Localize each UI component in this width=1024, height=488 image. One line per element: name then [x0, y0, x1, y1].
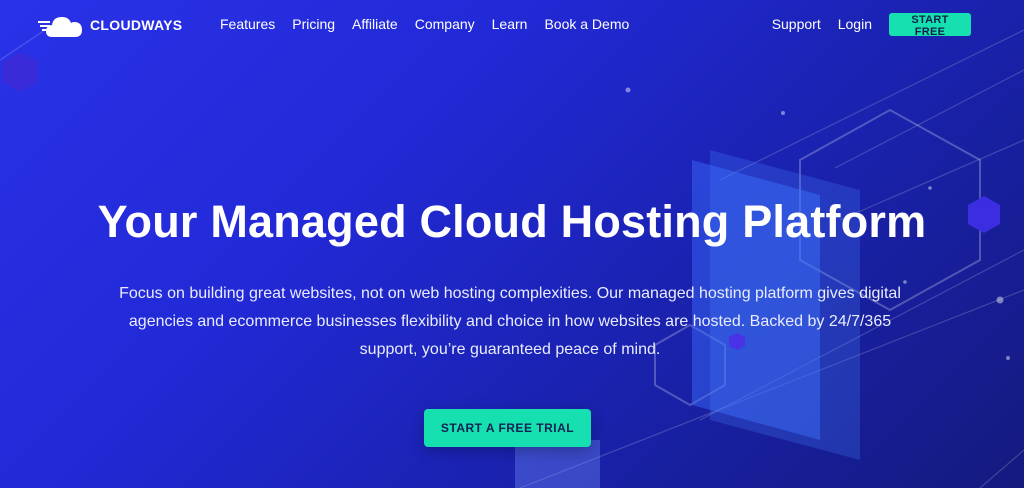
- main-nav: Features Pricing Affiliate Company Learn…: [220, 16, 629, 32]
- nav-item-affiliate[interactable]: Affiliate: [352, 16, 398, 32]
- support-link[interactable]: Support: [772, 16, 821, 32]
- nav-item-features[interactable]: Features: [220, 16, 275, 32]
- start-free-trial-button[interactable]: START A FREE TRIAL: [424, 409, 591, 447]
- brand-name: CLOUDWAYS: [90, 17, 183, 33]
- login-link[interactable]: Login: [838, 16, 872, 32]
- hero-title: Your Managed Cloud Hosting Platform: [97, 196, 927, 247]
- account-nav: Support Login: [772, 16, 872, 32]
- brand-logo[interactable]: CLOUDWAYS: [38, 12, 182, 38]
- start-free-button[interactable]: START FREE: [889, 13, 971, 38]
- nav-item-company[interactable]: Company: [415, 16, 475, 32]
- hero-subtitle: Focus on building great websites, not on…: [119, 285, 901, 358]
- nav-item-pricing[interactable]: Pricing: [292, 16, 335, 32]
- cloud-logo-icon: [38, 17, 82, 37]
- nav-item-learn[interactable]: Learn: [492, 16, 528, 32]
- nav-item-book-a-demo[interactable]: Book a Demo: [544, 16, 629, 32]
